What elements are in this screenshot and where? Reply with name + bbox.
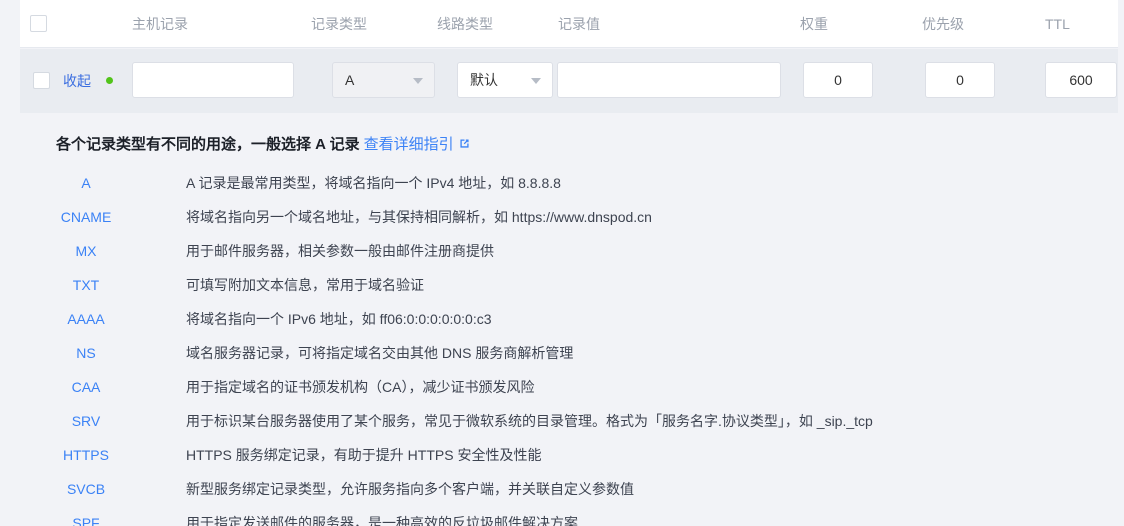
column-header-line: 线路类型 <box>437 0 493 48</box>
record-type-description: 可填写附加文本信息，常用于域名验证 <box>186 268 424 302</box>
record-type-row: SRV 用于标识某台服务器使用了某个服务，常见于微软系统的目录管理。格式为「服务名… <box>0 404 1124 438</box>
priority-input[interactable] <box>925 62 995 98</box>
record-type-row: MX 用于邮件服务器，相关参数一般由邮件注册商提供 <box>0 234 1124 268</box>
row-select-checkbox[interactable] <box>33 72 50 89</box>
line-type-select[interactable]: 默认 <box>457 62 553 98</box>
record-type-name[interactable]: MX <box>50 234 122 268</box>
record-type-row: SPF 用于指定发送邮件的服务器，是一种高效的反垃圾邮件解决方案 <box>0 506 1124 526</box>
record-type-row: SVCB 新型服务绑定记录类型，允许服务指向多个客户端，并关联自定义参数值 <box>0 472 1124 506</box>
line-type-select-value: 默认 <box>470 63 498 97</box>
collapse-toggle-link[interactable]: 收起 <box>63 71 91 91</box>
chevron-down-icon <box>531 78 541 84</box>
chevron-down-icon <box>413 78 423 84</box>
record-value-input[interactable] <box>557 62 781 98</box>
record-type-select-value: A <box>345 63 354 97</box>
record-type-description: 域名服务器记录，可将指定域名交由其他 DNS 服务商解析管理 <box>186 336 573 370</box>
status-dot-icon <box>106 77 113 84</box>
record-type-description: 用于指定发送邮件的服务器，是一种高效的反垃圾邮件解决方案 <box>186 506 578 526</box>
record-type-description: 用于指定域名的证书颁发机构（CA），减少证书颁发风险 <box>186 370 534 404</box>
record-form-row: 收起 A 默认 <box>20 49 1118 113</box>
record-type-description: 将域名指向另一个域名地址，与其保持相同解析，如 https://www.dnsp… <box>186 200 652 234</box>
record-type-name[interactable]: AAAA <box>50 302 122 336</box>
info-panel-title: 各个记录类型有不同的用途，一般选择 A 记录查看详细指引 <box>56 133 471 154</box>
column-header-weight: 权重 <box>800 0 828 48</box>
record-type-row: TXT 可填写附加文本信息，常用于域名验证 <box>0 268 1124 302</box>
record-type-list: AA 记录是最常用类型，将域名指向一个 IPv4 地址，如 8.8.8.8CNA… <box>0 166 1124 526</box>
record-type-description: 用于邮件服务器，相关参数一般由邮件注册商提供 <box>186 234 494 268</box>
record-type-name[interactable]: SPF <box>50 506 122 526</box>
column-header-value: 记录值 <box>558 0 600 48</box>
record-type-description: 用于标识某台服务器使用了某个服务，常见于微软系统的目录管理。格式为「服务名字.协… <box>186 404 873 438</box>
host-record-input[interactable] <box>132 62 294 98</box>
column-header-host: 主机记录 <box>132 0 188 48</box>
record-type-row: A A 记录是最常用类型，将域名指向一个 IPv4 地址，如 8.8.8.8 <box>0 166 1124 200</box>
record-type-row: HTTPS HTTPS 服务绑定记录，有助于提升 HTTPS 安全性及性能 <box>0 438 1124 472</box>
record-type-select[interactable]: A <box>332 62 435 98</box>
record-type-name[interactable]: SVCB <box>50 472 122 506</box>
record-type-name[interactable]: CNAME <box>50 200 122 234</box>
record-type-description: 新型服务绑定记录类型，允许服务指向多个客户端，并关联自定义参数值 <box>186 472 634 506</box>
record-type-name[interactable]: TXT <box>50 268 122 302</box>
info-panel-title-text: 各个记录类型有不同的用途，一般选择 A 记录 <box>56 136 360 153</box>
view-guide-link[interactable]: 查看详细指引 <box>364 136 454 153</box>
record-type-name[interactable]: SRV <box>50 404 122 438</box>
column-header-type: 记录类型 <box>311 0 367 48</box>
record-type-row: CNAME 将域名指向另一个域名地址，与其保持相同解析，如 https://www… <box>0 200 1124 234</box>
record-type-name[interactable]: NS <box>50 336 122 370</box>
weight-input[interactable] <box>803 62 873 98</box>
select-all-checkbox[interactable] <box>30 15 47 32</box>
record-type-description: HTTPS 服务绑定记录，有助于提升 HTTPS 安全性及性能 <box>186 438 541 472</box>
record-type-description: 将域名指向一个 IPv6 地址，如 ff06:0:0:0:0:0:0:c3 <box>186 302 492 336</box>
record-type-name[interactable]: CAA <box>50 370 122 404</box>
column-header-ttl: TTL <box>1045 0 1070 48</box>
record-type-row: CAA 用于指定域名的证书颁发机构（CA），减少证书颁发风险 <box>0 370 1124 404</box>
record-type-description: A 记录是最常用类型，将域名指向一个 IPv4 地址，如 8.8.8.8 <box>186 166 561 200</box>
record-type-row: NS 域名服务器记录，可将指定域名交由其他 DNS 服务商解析管理 <box>0 336 1124 370</box>
ttl-input[interactable] <box>1045 62 1117 98</box>
record-type-name[interactable]: A <box>50 166 122 200</box>
record-type-row: AAAA 将域名指向一个 IPv6 地址，如 ff06:0:0:0:0:0:0:c… <box>0 302 1124 336</box>
record-type-name[interactable]: HTTPS <box>50 438 122 472</box>
external-link-icon[interactable] <box>458 137 471 154</box>
table-header: 主机记录 记录类型 线路类型 记录值 权重 优先级 TTL <box>20 0 1118 48</box>
column-header-priority: 优先级 <box>922 0 964 48</box>
